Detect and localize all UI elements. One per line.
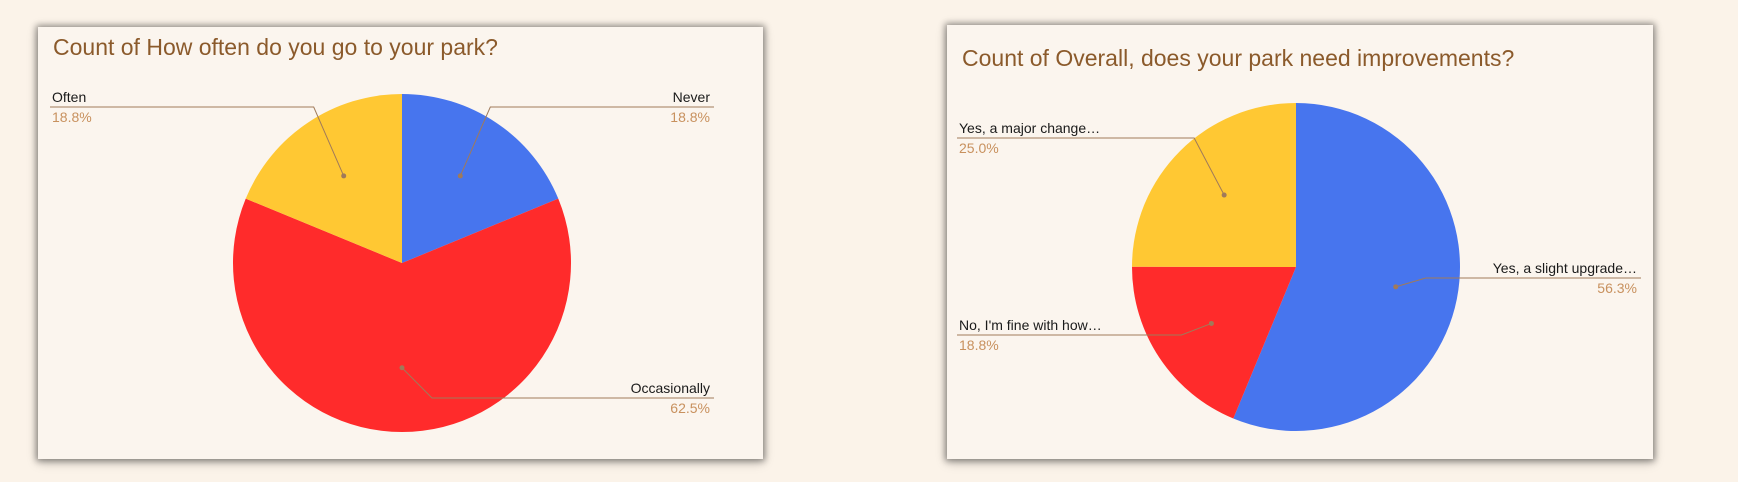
chart-card-park-improvements: Count of Overall, does your park need im… xyxy=(947,25,1653,459)
pie-slice-yes-a-major-change xyxy=(1132,103,1296,267)
slice-label-no-i-m-fine-with-how: No, I'm fine with how… xyxy=(959,317,1102,333)
slice-percent-no-i-m-fine-with-how: 18.8% xyxy=(959,337,999,353)
slice-label-never: Never xyxy=(673,89,711,105)
slice-label-yes-a-major-change: Yes, a major change… xyxy=(959,120,1100,136)
pie-chart-park-improvements: Yes, a slight upgrade… 56.3% No, I'm fine … xyxy=(957,103,1641,431)
leader-dot-occasionally xyxy=(399,365,405,371)
leader-dot-no-i-m-fine-with-how xyxy=(1208,320,1214,326)
slice-percent-never: 18.8% xyxy=(670,109,710,125)
leader-dot-never xyxy=(457,173,463,179)
chart-card-park-visits: Count of How often do you go to your par… xyxy=(38,27,763,459)
slice-percent-occasionally: 62.5% xyxy=(670,400,710,416)
leader-dot-yes-a-major-change xyxy=(1221,192,1227,198)
slice-percent-often: 18.8% xyxy=(52,109,92,125)
slice-label-yes-a-slight-upgrade: Yes, a slight upgrade… xyxy=(1493,260,1637,276)
pie-chart-park-visits: Never 18.8% Occasionally 62.5% Often 18.8% xyxy=(50,89,714,433)
slice-label-occasionally: Occasionally xyxy=(631,380,710,396)
leader-dot-yes-a-slight-upgrade xyxy=(1393,284,1399,290)
leader-dot-often xyxy=(341,173,347,179)
slice-percent-yes-a-slight-upgrade: 56.3% xyxy=(1597,280,1637,296)
slice-label-often: Often xyxy=(52,89,86,105)
slice-percent-yes-a-major-change: 25.0% xyxy=(959,140,999,156)
